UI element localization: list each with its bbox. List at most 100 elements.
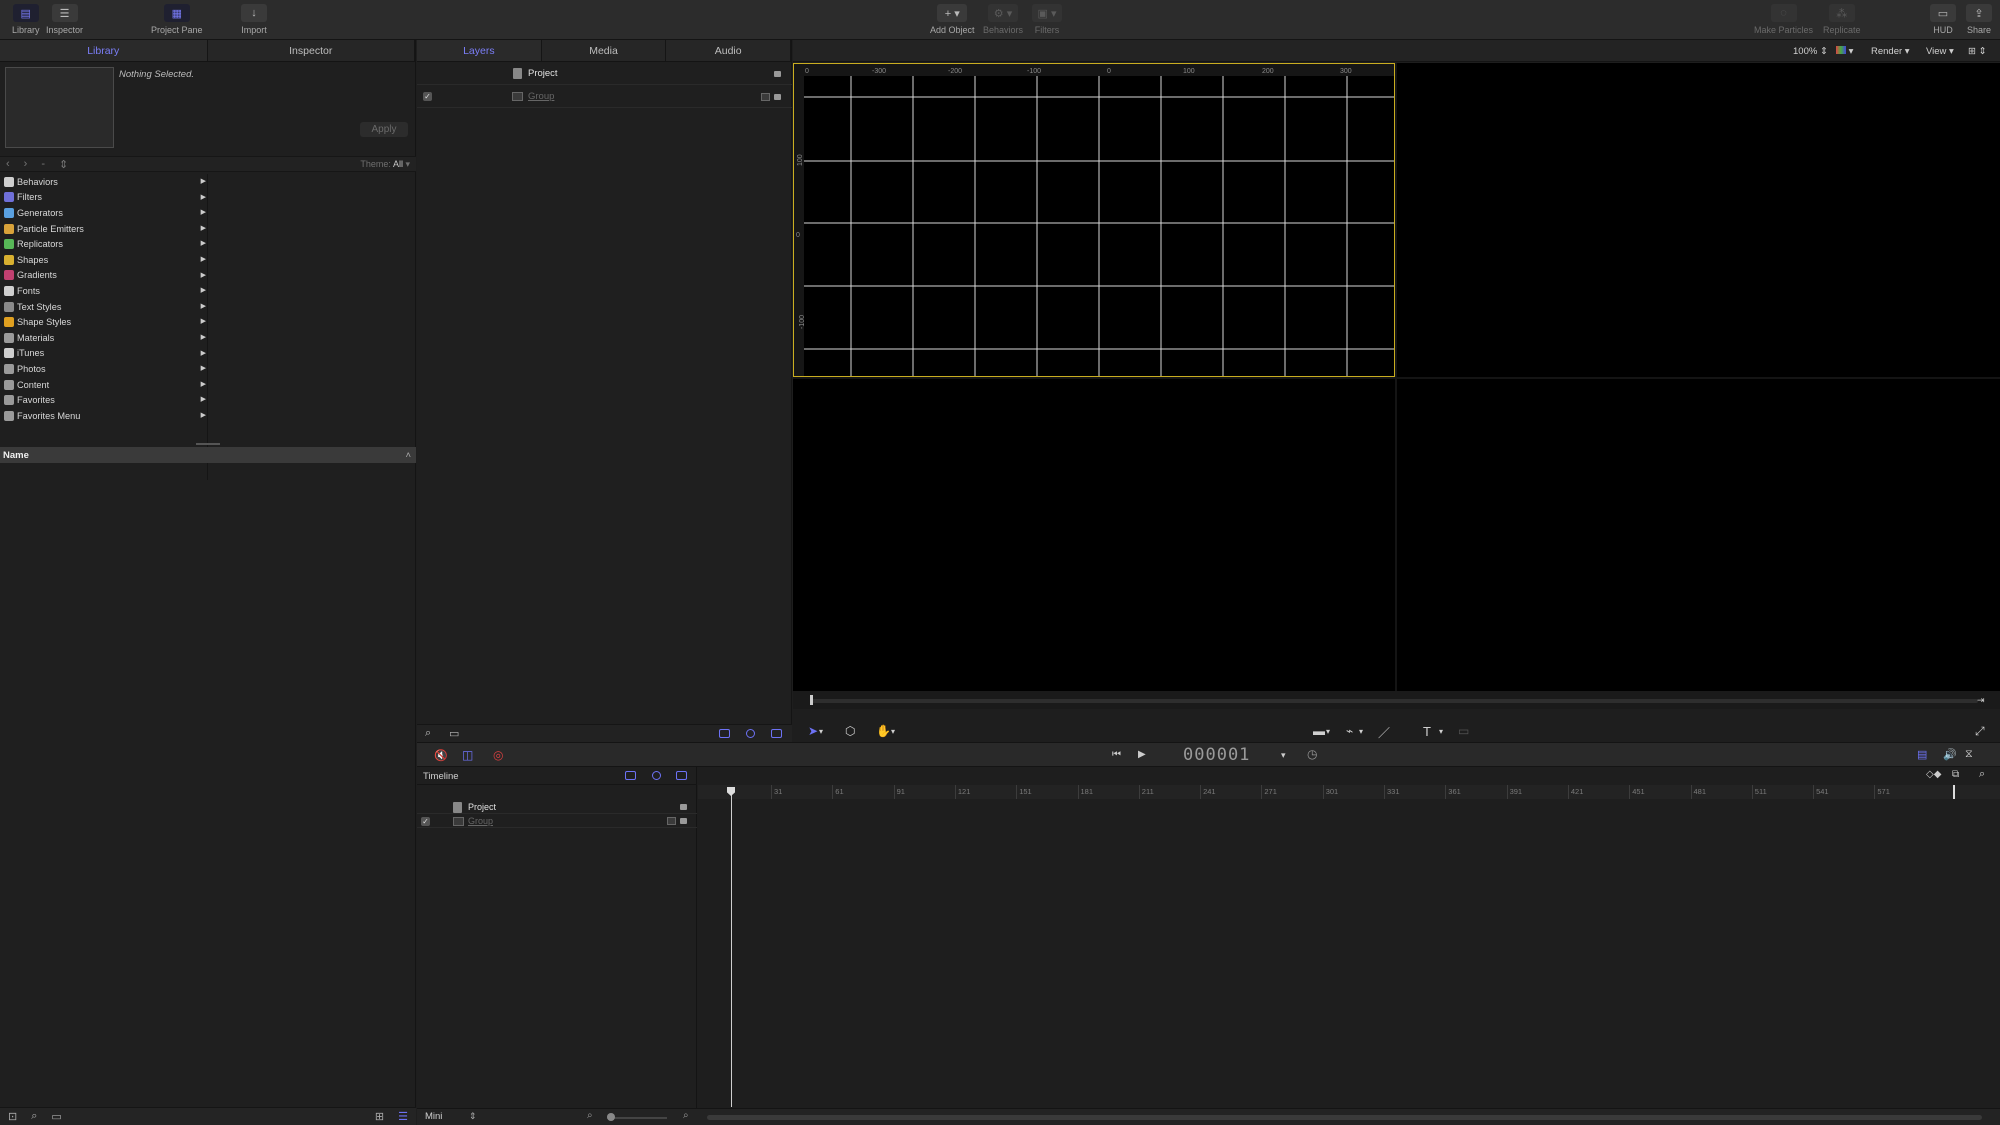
library-category-item[interactable]: Replicators ▶ (0, 236, 208, 252)
paint-stroke-icon[interactable]: ／ (1378, 724, 1390, 741)
timeline-row-group[interactable]: ✓ Group (417, 814, 697, 828)
keyframe-nav-icon[interactable]: ◇◆ (1926, 769, 1941, 780)
project-pane-button[interactable]: ▦ Project Pane (151, 4, 203, 35)
show-filters-icon[interactable] (771, 729, 782, 738)
pan-3d-icon[interactable]: ⬡ (845, 724, 855, 738)
filters-button[interactable]: ▣ ▾ Filters (1032, 4, 1062, 35)
viewport-top-left[interactable]: 0 -300 -200 -100 0 100 200 300 100 0 -10… (793, 63, 1395, 377)
clock-icon[interactable]: ◷ (1307, 747, 1317, 761)
viewport-top-right[interactable] (1397, 63, 2000, 377)
behaviors-button[interactable]: ⚙ ▾ Behaviors (983, 4, 1023, 35)
text-tool-chevron-icon[interactable]: ▾ (1439, 727, 1443, 736)
timecode-chevron-icon[interactable]: ▾ (1281, 750, 1286, 761)
library-category-item[interactable]: Particle Emitters ▶ (0, 221, 208, 237)
library-category-item[interactable]: Fonts ▶ (0, 283, 208, 299)
library-category-item[interactable]: Favorites Menu ▶ (0, 408, 208, 424)
group-mask-icon[interactable] (761, 92, 770, 101)
group-mask-icon[interactable] (667, 817, 676, 825)
library-category-item[interactable]: Gradients ▶ (0, 268, 208, 284)
timeline-scrollbar[interactable] (707, 1115, 1982, 1120)
tab-media[interactable]: Media (542, 40, 667, 61)
library-button[interactable]: ▤ Library (12, 4, 40, 35)
out-point-icon[interactable]: ⇥ (1977, 695, 1985, 706)
hud-button[interactable]: ▭ HUD (1930, 4, 1956, 35)
fullscreen-icon[interactable]: ⤢ (1975, 724, 1985, 739)
mask-tool-icon[interactable]: ▭ (1458, 724, 1469, 738)
name-column-header[interactable]: Name ˄ (0, 447, 416, 463)
preview-toggle-icon[interactable]: ▭ (51, 1110, 61, 1123)
timecode-display[interactable]: 000001 (1183, 745, 1250, 765)
loop-icon[interactable]: ◫ (462, 748, 473, 762)
zoom-popup[interactable]: 100% ⇕ (1793, 46, 1828, 57)
tab-library[interactable]: Library (0, 40, 208, 61)
lock-icon[interactable] (680, 804, 687, 810)
render-menu[interactable]: Render ▾ (1871, 46, 1910, 57)
select-tool-chevron-icon[interactable]: ▾ (819, 727, 823, 736)
library-category-item[interactable]: Materials ▶ (0, 330, 208, 346)
apply-button[interactable]: Apply (360, 122, 408, 137)
timeline-row-project[interactable]: Project (417, 800, 697, 814)
library-category-item[interactable]: Content ▶ (0, 377, 208, 393)
shape-tool-icon[interactable]: ▬ (1313, 724, 1325, 738)
list-view-icon[interactable]: ☰ (398, 1110, 408, 1123)
go-to-start-icon[interactable]: ⏮ (1112, 749, 1121, 760)
timeline-ruler[interactable]: 31 61 91 121 151 181 211 241 271 301 331 361 391 421 4… (698, 785, 2000, 799)
mini-stepper-icon[interactable]: ⇕ (469, 1111, 477, 1122)
layer-row-group[interactable]: ✓ Group (417, 86, 792, 108)
library-category-item[interactable]: Text Styles ▶ (0, 299, 208, 315)
zoom-out-icon[interactable]: ⌕ (587, 1110, 593, 1121)
zoom-slider-knob[interactable] (607, 1113, 615, 1121)
zoom-in-icon[interactable]: ⌕ (683, 1110, 689, 1121)
lock-icon[interactable] (774, 70, 781, 77)
select-tool-icon[interactable]: ➤ (808, 724, 818, 738)
library-category-item[interactable]: iTunes ▶ (0, 346, 208, 362)
replicate-button[interactable]: ⁂ Replicate (1823, 4, 1861, 35)
channels-popup[interactable]: ▾ (1836, 46, 1853, 57)
search-icon[interactable]: ⌕ (31, 1110, 37, 1123)
layout-menu[interactable]: ⊞ ⇕ (1968, 46, 1987, 57)
make-particles-button[interactable]: ◌ Make Particles (1754, 4, 1813, 35)
tab-audio[interactable]: Audio (666, 40, 792, 61)
mini-playhead[interactable] (810, 695, 813, 705)
forward-icon[interactable]: › (24, 158, 28, 170)
view-menu[interactable]: View ▾ (1926, 46, 1954, 57)
show-filters-icon[interactable] (676, 771, 687, 780)
viewport-bottom-left[interactable] (793, 379, 1395, 691)
mute-icon[interactable]: 🔇 (434, 749, 448, 762)
mini-popup[interactable]: Mini (425, 1111, 442, 1122)
show-behaviors-icon[interactable] (652, 771, 661, 780)
playhead[interactable] (731, 789, 732, 1107)
shape-tool-chevron-icon[interactable]: ▾ (1326, 727, 1330, 736)
inspector-button[interactable]: ☰ Inspector (46, 4, 83, 35)
import-button[interactable]: ↓ Import (241, 4, 267, 35)
search-icon[interactable]: ⌕ (425, 727, 431, 740)
library-category-item[interactable]: Favorites ▶ (0, 392, 208, 408)
path-stepper-icon[interactable]: ⇕ (59, 158, 68, 171)
snapping-icon[interactable]: ⧉ (1952, 769, 1959, 780)
hand-tool-chevron-icon[interactable]: ▾ (891, 727, 895, 736)
lock-icon[interactable] (680, 818, 687, 824)
play-icon[interactable]: ▶ (1138, 749, 1146, 760)
show-masks-icon[interactable] (625, 771, 636, 780)
mini-timeline-track[interactable] (810, 699, 1978, 703)
bezier-tool-icon[interactable]: ⌁ (1346, 724, 1353, 738)
show-behaviors-icon[interactable] (746, 729, 755, 738)
keyframe-editor-icon[interactable]: ⧖ (1965, 748, 1973, 761)
lock-icon[interactable] (774, 93, 781, 100)
tab-inspector[interactable]: Inspector (208, 40, 415, 61)
bezier-tool-chevron-icon[interactable]: ▾ (1359, 727, 1363, 736)
library-category-item[interactable]: Photos ▶ (0, 361, 208, 377)
library-category-item[interactable]: Behaviors ▶ (0, 174, 208, 190)
share-button[interactable]: ⇪ Share (1966, 4, 1992, 35)
tab-layers[interactable]: Layers (417, 40, 542, 61)
group-enable-checkbox[interactable]: ✓ (423, 92, 432, 101)
show-masks-icon[interactable] (719, 729, 730, 738)
new-folder-icon[interactable]: ⊡ (8, 1110, 17, 1123)
viewport-bottom-right[interactable] (1397, 379, 2000, 691)
library-category-item[interactable]: Filters ▶ (0, 190, 208, 206)
theme-popup[interactable]: Theme: All ▾ (360, 159, 410, 170)
library-category-item[interactable]: Generators ▶ (0, 205, 208, 221)
zoom-slider[interactable] (607, 1117, 667, 1119)
out-point-marker[interactable] (1953, 785, 1955, 799)
thumbnail-toggle-icon[interactable]: ▭ (449, 727, 459, 740)
